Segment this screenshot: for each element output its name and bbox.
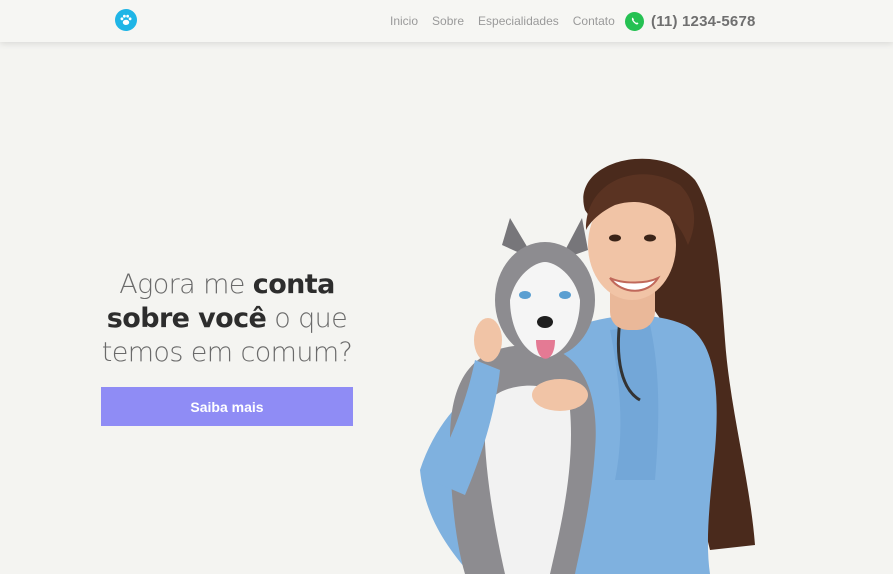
- nav-especialidades[interactable]: Especialidades: [478, 14, 559, 28]
- phone-number: (11) 1234-5678: [651, 12, 756, 30]
- nav-sobre[interactable]: Sobre: [432, 14, 464, 28]
- hero-text-light: o que: [266, 303, 348, 334]
- whatsapp-icon: [625, 11, 644, 31]
- hero-text-light: Agora me: [119, 269, 253, 300]
- vet-with-husky-photo: [420, 158, 755, 574]
- hero-text-bold: sobre você: [106, 303, 267, 334]
- hero-text-bold: conta: [252, 269, 336, 300]
- saiba-mais-button[interactable]: Saiba mais: [101, 387, 353, 426]
- nav-contato[interactable]: Contato: [573, 14, 615, 28]
- navbar: Inicio Sobre Especialidades Contato (11)…: [0, 0, 893, 42]
- nav-inicio[interactable]: Inicio: [390, 14, 418, 28]
- main-nav: Inicio Sobre Especialidades Contato: [390, 0, 615, 42]
- hero-text-light: temos em comum?: [101, 337, 353, 368]
- hero-heading: Agora me conta sobre você o que temos em…: [101, 268, 353, 370]
- paw-icon: [120, 14, 132, 25]
- logo[interactable]: [115, 9, 137, 31]
- phone-contact[interactable]: (11) 1234-5678: [625, 11, 756, 31]
